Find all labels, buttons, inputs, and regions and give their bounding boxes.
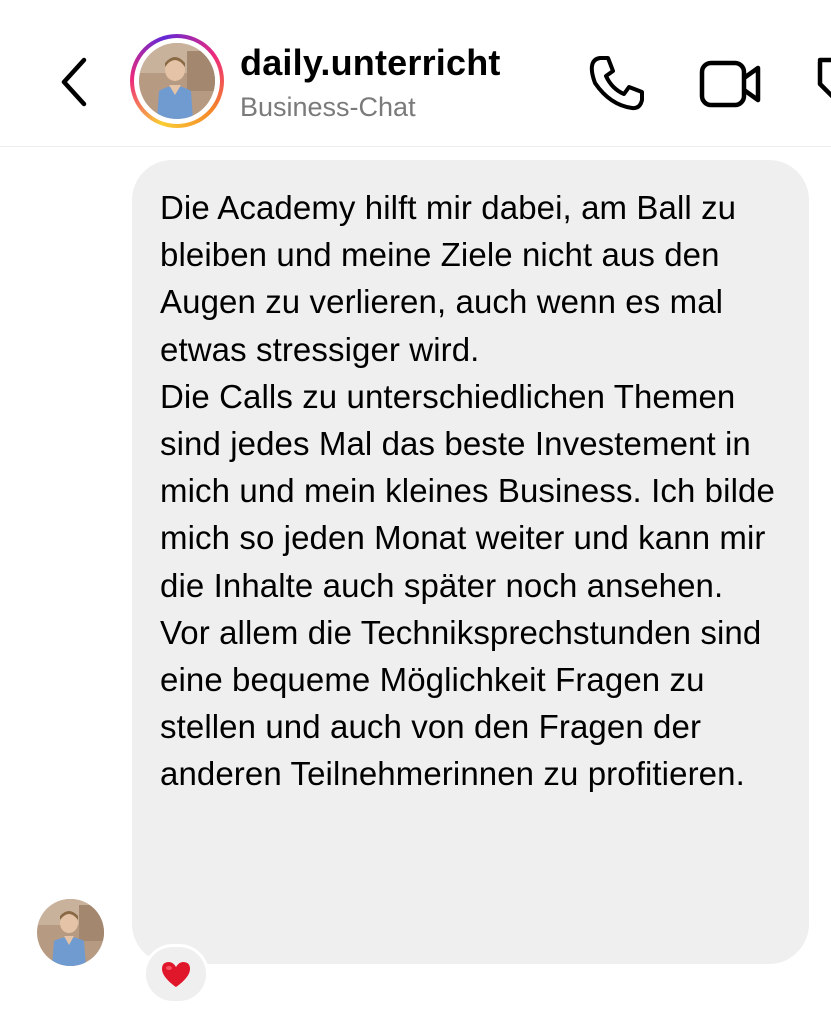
call-button[interactable] xyxy=(586,52,648,114)
message-bubble[interactable]: Die Academy hilft mir dabei, am Ball zu … xyxy=(132,160,809,964)
avatar xyxy=(139,43,215,119)
video-call-button[interactable] xyxy=(698,56,764,112)
message-paragraph-1: Die Academy hilft mir dabei, am Ball zu … xyxy=(160,189,737,368)
sender-avatar[interactable] xyxy=(37,899,104,966)
message-paragraph-3: Vor allem die Technik­sprechstunden sind… xyxy=(160,613,762,793)
profile-avatar-story-ring[interactable] xyxy=(130,34,224,128)
chat-subtitle: Business-Chat xyxy=(240,92,416,122)
phone-icon xyxy=(589,56,644,111)
message-paragraph-2: Die Calls zu unterschiedlichen Themen si… xyxy=(160,377,775,604)
tag-icon xyxy=(817,57,831,99)
back-button[interactable] xyxy=(52,52,100,112)
heart-icon xyxy=(162,962,190,987)
tag-button[interactable] xyxy=(812,54,831,114)
reaction-badge[interactable] xyxy=(143,944,209,1004)
chat-username[interactable]: daily.unterricht xyxy=(240,42,501,84)
video-camera-icon xyxy=(699,60,761,108)
chevron-left-icon xyxy=(61,57,87,107)
chat-header: daily.unterricht Business-Chat xyxy=(0,0,831,147)
